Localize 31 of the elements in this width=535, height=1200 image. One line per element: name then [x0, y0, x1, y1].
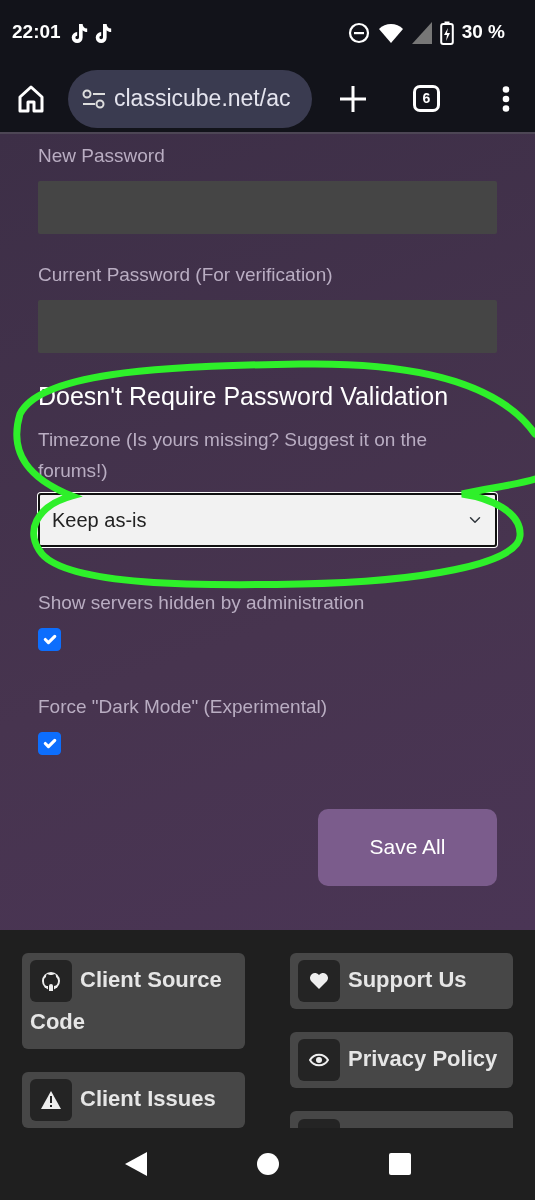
do-not-disturb-icon [347, 21, 370, 44]
timezone-select[interactable]: Keep as-is [38, 492, 497, 547]
tab-count-button[interactable]: 6 [413, 85, 440, 112]
checkbox-label: Force "Dark Mode" (Experimental) [38, 694, 329, 719]
home-button-icon[interactable] [256, 1153, 279, 1175]
field-label: Current Password (For verification) [38, 263, 334, 287]
footer-link[interactable]: Support Us [290, 953, 513, 1010]
plus-icon[interactable] [340, 85, 366, 112]
warning-icon [41, 1090, 61, 1111]
field-label: New Password [38, 144, 166, 168]
battery-text: 30 % [461, 20, 505, 45]
battery-icon [439, 20, 454, 45]
more-menu-icon[interactable] [502, 85, 510, 112]
url-text: classicube.net/ac [114, 84, 291, 114]
field-label: Timezone (Is yours missing? Suggest it on the forums!) [38, 427, 428, 483]
site-settings-icon [82, 88, 106, 109]
address-bar[interactable]: classicube.net/ac [68, 69, 312, 128]
footer-link[interactable]: Privacy Policy [290, 1032, 513, 1089]
heart-icon [309, 971, 329, 992]
checkbox-label: Show servers hidden by administration [38, 590, 366, 615]
footer-link[interactable]: Client Source Code [22, 953, 245, 1050]
footer-link[interactable]: Client Issues [22, 1072, 245, 1128]
checkbox[interactable] [38, 731, 61, 755]
home-icon[interactable] [18, 84, 44, 113]
save-button[interactable]: Save All [318, 808, 497, 886]
recents-icon[interactable] [388, 1153, 411, 1175]
back-icon[interactable] [124, 1152, 147, 1176]
signal-icon [411, 21, 432, 44]
checkbox[interactable] [38, 627, 61, 651]
clock-text: 22:01 [12, 20, 61, 45]
wifi-icon [377, 21, 404, 44]
